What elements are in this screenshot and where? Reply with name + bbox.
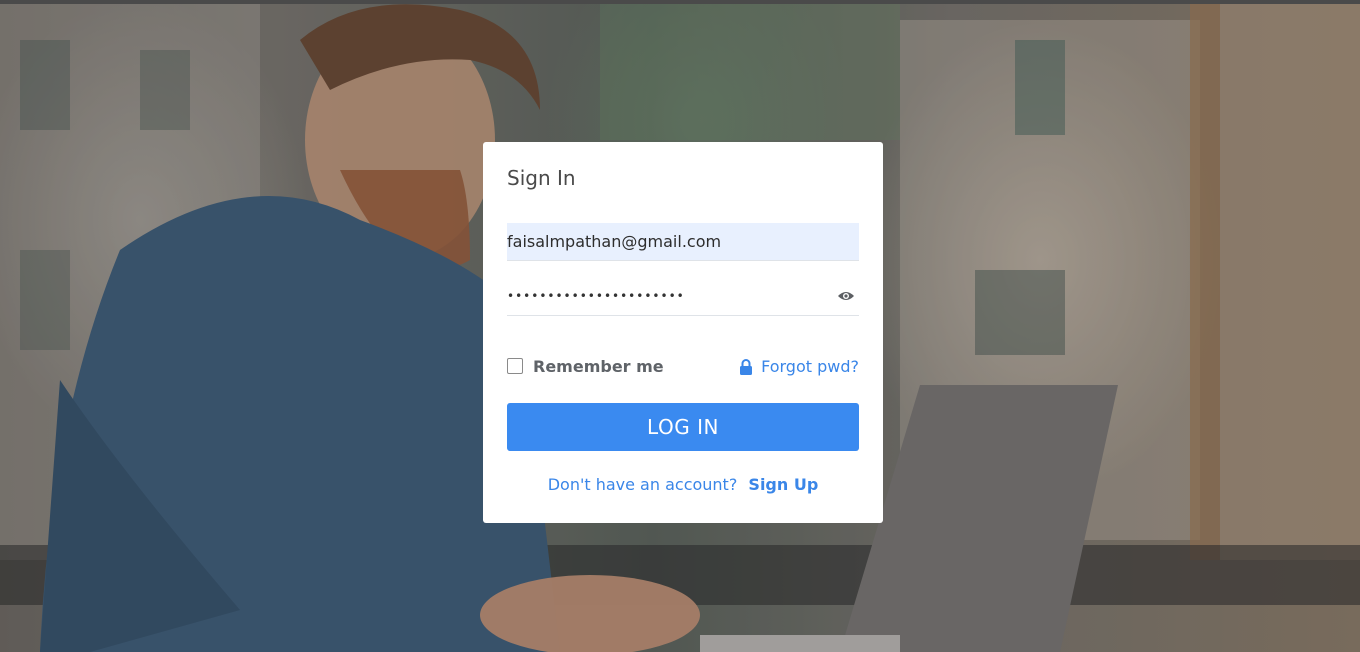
signup-prompt: Don't have an account?: [547, 475, 738, 494]
password-field[interactable]: [507, 278, 827, 314]
password-field-wrapper: [507, 278, 859, 316]
forgot-label: Forgot pwd?: [761, 357, 859, 376]
lock-icon: [739, 358, 753, 375]
remember-label[interactable]: Remember me: [533, 357, 664, 376]
signup-row: Don't have an account? Sign Up: [507, 475, 859, 494]
login-card: Sign In Remember me: [483, 142, 883, 523]
remember-checkbox[interactable]: [507, 358, 523, 374]
signup-link[interactable]: Sign Up: [748, 475, 818, 494]
top-bar: [0, 0, 1360, 4]
eye-icon[interactable]: [837, 288, 855, 302]
login-page: Sign In Remember me: [0, 0, 1360, 652]
sign-in-title: Sign In: [507, 166, 576, 190]
forgot-password-link[interactable]: Forgot pwd?: [739, 357, 859, 376]
email-field[interactable]: [507, 223, 859, 261]
login-button[interactable]: LOG IN: [507, 403, 859, 451]
remember-row: Remember me Forgot pwd?: [507, 356, 859, 378]
